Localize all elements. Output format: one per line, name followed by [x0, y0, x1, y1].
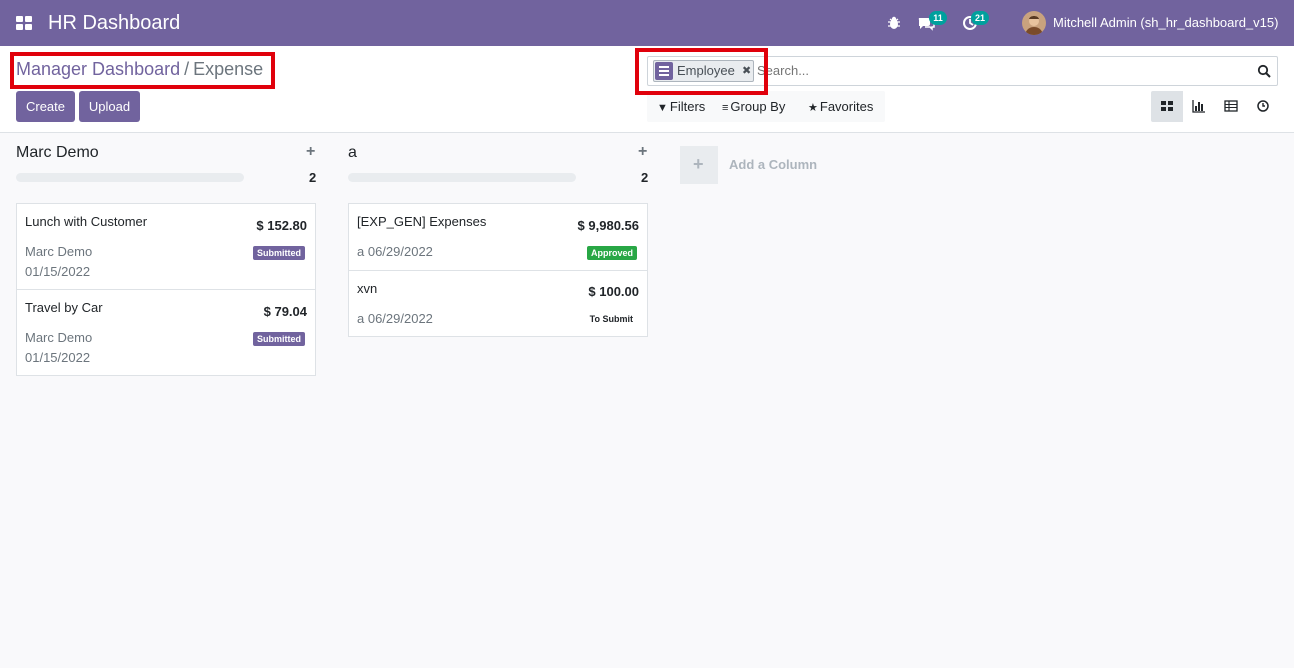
status-badge: To Submit — [589, 314, 633, 324]
graph-icon — [1192, 100, 1205, 113]
graph-view-button[interactable] — [1183, 91, 1215, 122]
user-avatar[interactable] — [1022, 11, 1046, 35]
user-menu-name[interactable]: Mitchell Admin (sh_hr_dashboard_v15) — [1053, 15, 1278, 30]
kanban-card[interactable]: Lunch with Customer $ 152.80 Marc Demo 0… — [16, 203, 316, 290]
search-icon[interactable] — [1257, 64, 1271, 78]
search-options-bar: ▼ Filters ≡ Group By ★ Favorites — [647, 91, 885, 122]
plus-icon: + — [693, 154, 704, 174]
top-navbar: HR Dashboard 11 21 Mitchell Admin (sh_hr… — [0, 0, 1294, 46]
activities-count-badge: 21 — [971, 11, 990, 25]
view-switcher — [1151, 91, 1278, 122]
column-progress-bar — [348, 173, 576, 182]
status-badge: Submitted — [253, 246, 305, 260]
column-title[interactable]: a — [348, 144, 357, 162]
activity-view-button[interactable] — [1247, 91, 1279, 122]
card-date: 01/15/2022 — [25, 350, 91, 365]
favorites-label: Favorites — [819, 99, 874, 114]
card-amount: $ 9,980.56 — [577, 218, 639, 233]
card-employee-date: a 06/29/2022 — [357, 311, 433, 326]
star-icon: ★ — [808, 102, 818, 114]
list-view-button[interactable] — [1215, 91, 1247, 122]
card-name: Travel by Car — [25, 300, 103, 315]
create-button[interactable]: Create — [16, 91, 75, 122]
apps-menu-icon[interactable] — [16, 16, 32, 30]
list-bars-icon: ≡ — [722, 102, 729, 114]
card-name: [EXP_GEN] Expenses — [357, 214, 487, 229]
group-by-label: Group By — [730, 99, 786, 114]
card-name: Lunch with Customer — [25, 214, 148, 229]
column-count: 2 — [641, 170, 649, 185]
kanban-icon — [1161, 101, 1173, 111]
app-title[interactable]: HR Dashboard — [48, 11, 180, 35]
activity-icon — [1257, 100, 1269, 112]
kanban-card[interactable]: [EXP_GEN] Expenses $ 9,980.56 a 06/29/20… — [348, 203, 648, 271]
card-amount: $ 79.04 — [263, 304, 307, 319]
highlight-facet-box — [635, 48, 768, 95]
quick-create-icon[interactable]: + — [638, 143, 647, 161]
add-column-label[interactable]: Add a Column — [729, 157, 817, 172]
card-amount: $ 152.80 — [256, 218, 307, 233]
card-amount: $ 100.00 — [588, 284, 639, 299]
bug-icon[interactable] — [885, 14, 903, 32]
card-employee: Marc Demo — [25, 330, 93, 345]
status-badge: Approved — [586, 246, 637, 260]
filter-icon: ▼ — [657, 102, 668, 114]
kanban-card[interactable]: xvn $ 100.00 a 06/29/2022 To Submit — [348, 270, 648, 337]
list-icon — [1224, 100, 1238, 112]
messages-count-badge: 11 — [929, 11, 947, 25]
filters-dropdown[interactable]: ▼ Filters — [657, 99, 705, 114]
search-input[interactable] — [757, 63, 1247, 78]
card-date: 01/15/2022 — [25, 264, 91, 279]
upload-button[interactable]: Upload — [79, 91, 140, 122]
highlight-breadcrumb-box — [10, 52, 275, 89]
favorites-dropdown[interactable]: ★ Favorites — [808, 99, 873, 114]
column-title[interactable]: Marc Demo — [16, 144, 99, 162]
kanban-card[interactable]: Travel by Car $ 79.04 Marc Demo 01/15/20… — [16, 289, 316, 376]
column-progress-bar — [16, 173, 244, 182]
card-name: xvn — [357, 281, 378, 296]
kanban-view-button[interactable] — [1151, 91, 1183, 122]
card-employee-date: a 06/29/2022 — [357, 244, 433, 259]
group-by-dropdown[interactable]: ≡ Group By — [722, 99, 785, 114]
quick-create-icon[interactable]: + — [306, 143, 315, 161]
status-badge: Submitted — [253, 332, 305, 346]
filters-label: Filters — [669, 99, 706, 114]
add-column-button[interactable]: + — [680, 146, 718, 184]
column-count: 2 — [309, 170, 317, 185]
card-employee: Marc Demo — [25, 244, 93, 259]
